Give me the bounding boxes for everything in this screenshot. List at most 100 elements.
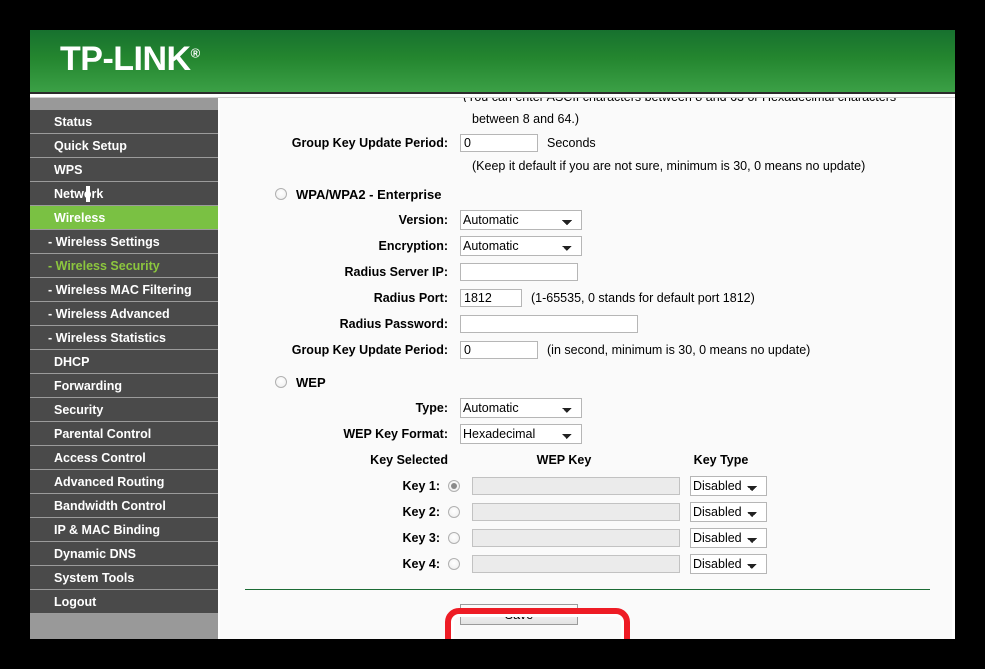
sidebar-item-label: System Tools	[54, 571, 135, 585]
enterprise-group-key-label: Group Key Update Period:	[291, 343, 448, 357]
sidebar-item-parental-control[interactable]: Parental Control	[30, 422, 218, 446]
sidebar-item-status[interactable]: Status	[30, 110, 218, 134]
sidebar-item-label: WPS	[54, 163, 83, 177]
key-1-label: Key 1:	[402, 479, 440, 493]
enterprise-title: WPA/WPA2 - Enterprise	[296, 186, 442, 202]
save-area: Save	[220, 590, 955, 636]
sidebar-item-wireless-advanced[interactable]: - Wireless Advanced	[30, 302, 218, 326]
sidebar-top-strip	[30, 98, 218, 110]
sidebar-item-label: - Wireless Settings	[48, 235, 160, 249]
sidebar-item-label: Network	[54, 187, 104, 201]
sidebar-item-wireless-mac-filtering[interactable]: - Wireless MAC Filtering	[30, 278, 218, 302]
key-4-type-select[interactable]: Disabled	[690, 554, 767, 574]
sidebar-item-wps[interactable]: WPS	[30, 158, 218, 182]
sidebar-item-bandwidth-control[interactable]: Bandwidth Control	[30, 494, 218, 518]
enterprise-version-row: Version: Automatic	[220, 207, 955, 233]
page-header: TP-LINK®	[30, 30, 955, 94]
radius-password-input[interactable]	[460, 315, 638, 333]
sidebar-item-label: Logout	[54, 595, 97, 609]
psk-hint-line-2: between 8 and 64.)	[472, 112, 580, 126]
sidebar-item-dynamic-dns[interactable]: Dynamic DNS	[30, 542, 218, 566]
sidebar-item-label: DHCP	[54, 355, 90, 369]
sidebar-item-label: - Wireless MAC Filtering	[48, 283, 192, 297]
wep-radio[interactable]	[275, 376, 287, 388]
radius-password-row: Radius Password:	[220, 311, 955, 337]
key-2-type-cell: Disabled	[690, 502, 767, 522]
page-body: Status Quick Setup WPS Network Wireless …	[30, 98, 955, 639]
wep-key-format-select[interactable]: Hexadecimal	[460, 424, 582, 444]
header-wep-key: WEP Key	[536, 453, 592, 467]
enterprise-group-key-row: Group Key Update Period: (in second, min…	[220, 337, 955, 363]
sidebar-item-network[interactable]: Network	[30, 182, 218, 206]
key-4-radio[interactable]	[448, 558, 460, 570]
psk-hint-clipped-line: (You can enter ASCII characters between …	[463, 98, 896, 102]
sidebar-item-access-control[interactable]: Access Control	[30, 446, 218, 470]
key-2-radio-cell	[448, 506, 472, 518]
sidebar-item-label: Status	[54, 115, 93, 129]
key-3-type-select[interactable]: Disabled	[690, 528, 767, 548]
key-3-input[interactable]	[472, 529, 680, 547]
radius-port-row: Radius Port: (1-65535, 0 stands for defa…	[220, 285, 955, 311]
sidebar-item-label: - Wireless Advanced	[48, 307, 170, 321]
key-3-radio[interactable]	[448, 532, 460, 544]
sidebar-item-dhcp[interactable]: DHCP	[30, 350, 218, 374]
header-key-selected: Key Selected	[370, 453, 448, 467]
table-row: Key 1: Disabled	[220, 473, 955, 499]
key-4-type-cell: Disabled	[690, 554, 767, 574]
sidebar-item-forwarding[interactable]: Forwarding	[30, 374, 218, 398]
wep-type-row: Type: Automatic	[220, 395, 955, 421]
sidebar-item-security[interactable]: Security	[30, 398, 218, 422]
key-2-type-select[interactable]: Disabled	[690, 502, 767, 522]
key-1-radio-cell	[448, 480, 472, 492]
header-key-type: Key Type	[693, 453, 749, 467]
sidebar-item-advanced-routing[interactable]: Advanced Routing	[30, 470, 218, 494]
radius-server-ip-input[interactable]	[460, 263, 578, 281]
wep-type-label: Type:	[415, 401, 448, 415]
enterprise-section-header: WPA/WPA2 - Enterprise	[275, 181, 955, 207]
sidebar-item-wireless-security[interactable]: - Wireless Security	[30, 254, 218, 278]
sidebar-item-wireless[interactable]: Wireless	[30, 206, 218, 230]
sidebar-item-label: Forwarding	[54, 379, 123, 393]
sidebar-nav: Status Quick Setup WPS Network Wireless …	[30, 98, 220, 639]
sidebar-bottom-strip	[30, 614, 218, 630]
enterprise-encryption-select[interactable]: Automatic	[460, 236, 582, 256]
sidebar-item-label: Parental Control	[54, 427, 152, 441]
router-admin-page: TP-LINK® Status Quick Setup WPS Network …	[30, 30, 955, 639]
table-row: Key 3: Disabled	[220, 525, 955, 551]
sidebar-item-label: Dynamic DNS	[54, 547, 136, 561]
key-2-label: Key 2:	[402, 505, 440, 519]
enterprise-group-key-input[interactable]	[460, 341, 538, 359]
sidebar-item-label: Security	[54, 403, 104, 417]
brand-name: TP-LINK	[60, 40, 191, 78]
key-3-type-cell: Disabled	[690, 528, 767, 548]
table-row: Key 4: Disabled	[220, 551, 955, 577]
key-4-label: Key 4:	[402, 557, 440, 571]
radius-port-input[interactable]	[460, 289, 522, 307]
registered-mark: ®	[190, 45, 201, 61]
sidebar-item-system-tools[interactable]: System Tools	[30, 566, 218, 590]
key-2-radio[interactable]	[448, 506, 460, 518]
sidebar-item-logout[interactable]: Logout	[30, 590, 218, 614]
key-1-type-cell: Disabled	[690, 476, 767, 496]
key-1-type-select[interactable]: Disabled	[690, 476, 767, 496]
save-button[interactable]: Save	[460, 604, 578, 625]
key-2-input[interactable]	[472, 503, 680, 521]
psk-group-key-input[interactable]	[460, 134, 538, 152]
sidebar-item-quick-setup[interactable]: Quick Setup	[30, 134, 218, 158]
sidebar-item-wireless-settings[interactable]: - Wireless Settings	[30, 230, 218, 254]
sidebar-item-ip-mac-binding[interactable]: IP & MAC Binding	[30, 518, 218, 542]
radius-server-ip-row: Radius Server IP:	[220, 259, 955, 285]
sidebar-item-wireless-statistics[interactable]: - Wireless Statistics	[30, 326, 218, 350]
key-1-input[interactable]	[472, 477, 680, 495]
text-cursor-icon	[86, 186, 90, 202]
key-3-radio-cell	[448, 532, 472, 544]
key-4-input[interactable]	[472, 555, 680, 573]
enterprise-version-label: Version:	[398, 213, 448, 227]
key-1-radio[interactable]	[448, 480, 460, 492]
wep-type-select[interactable]: Automatic	[460, 398, 582, 418]
wep-key-format-row: WEP Key Format: Hexadecimal	[220, 421, 955, 447]
enterprise-radio[interactable]	[275, 188, 287, 200]
psk-group-key-unit: Seconds	[547, 136, 596, 150]
radius-server-ip-label: Radius Server IP:	[344, 265, 448, 279]
enterprise-version-select[interactable]: Automatic	[460, 210, 582, 230]
